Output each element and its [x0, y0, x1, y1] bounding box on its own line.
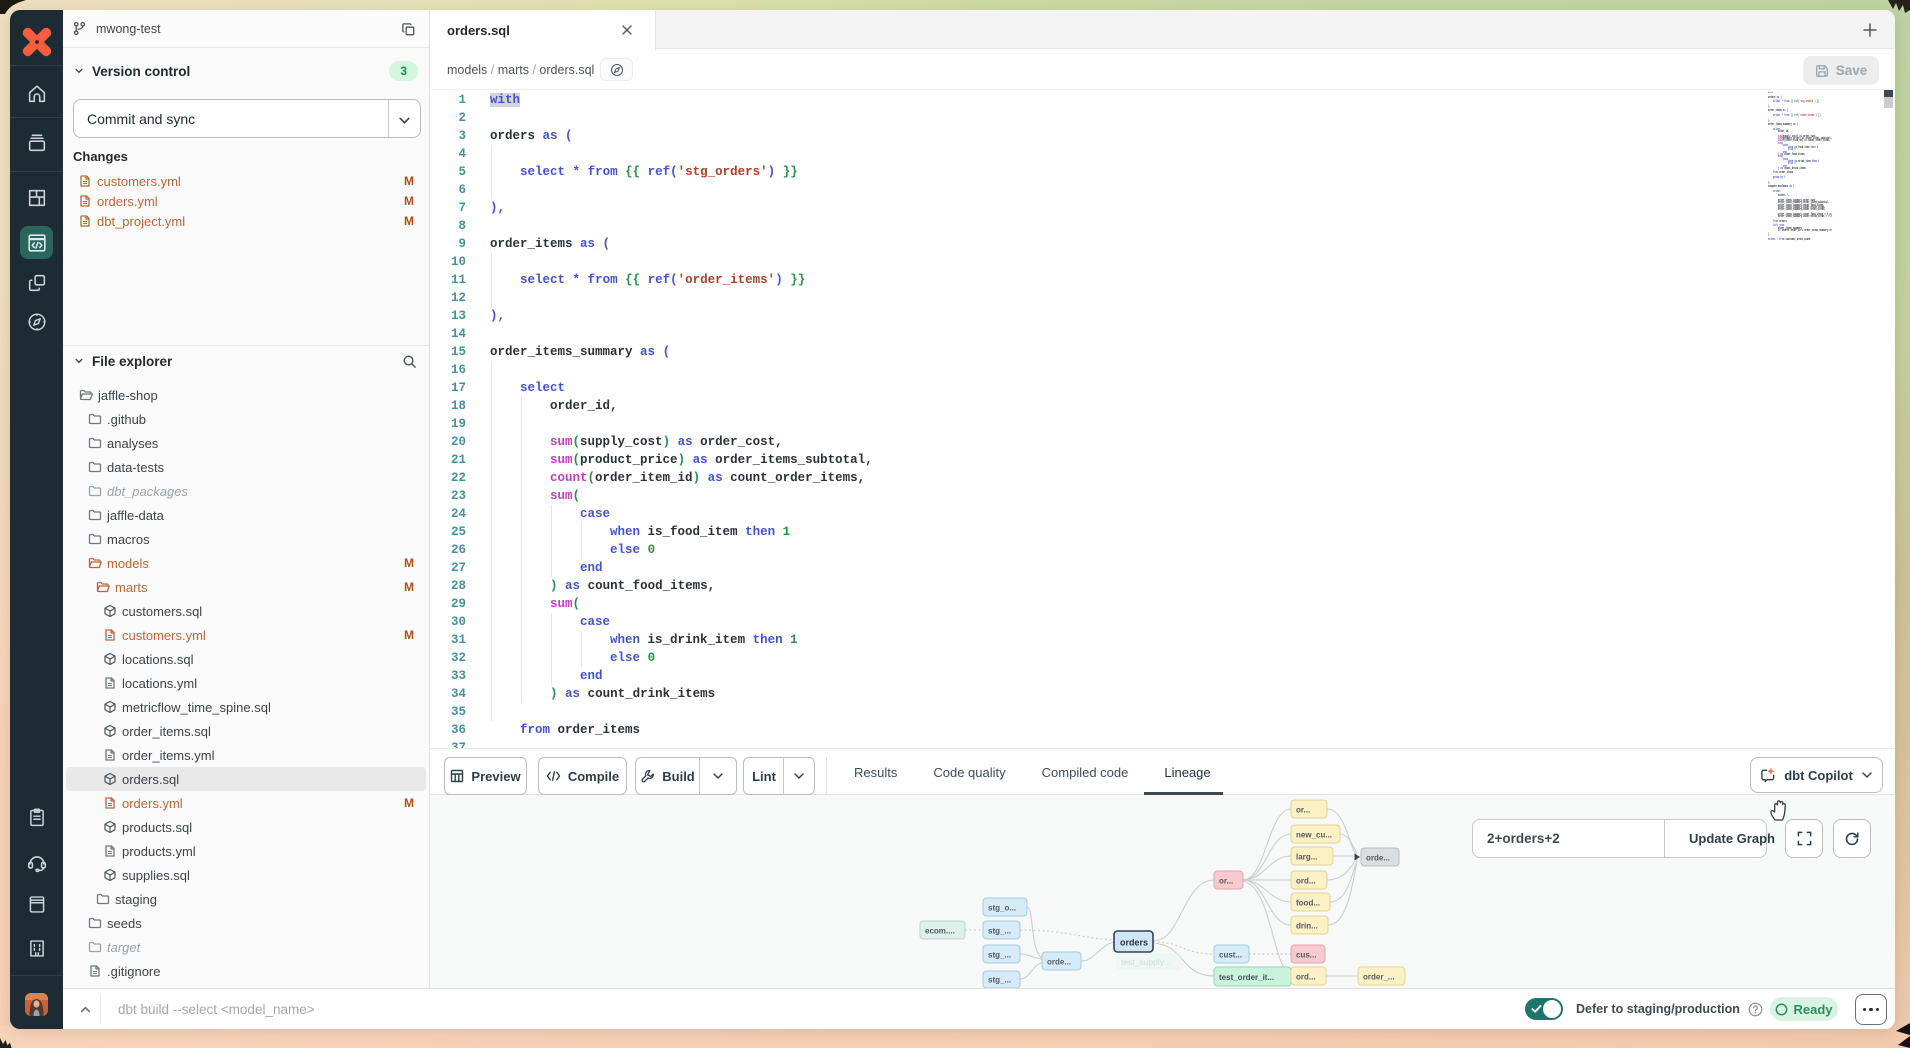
svg-text:order_...: order_...	[1363, 973, 1395, 982]
svg-text:orders: orders	[1120, 938, 1148, 948]
svg-text:or...: or...	[1296, 806, 1310, 815]
svg-text:cus...: cus...	[1296, 951, 1316, 960]
svg-text:food...: food...	[1296, 899, 1320, 908]
svg-text:orde...: orde...	[1047, 958, 1071, 967]
svg-text:ecom....: ecom....	[925, 927, 955, 936]
svg-text:larg...: larg...	[1296, 853, 1317, 862]
svg-text:ord...: ord...	[1296, 877, 1316, 886]
svg-text:test_supply...: test_supply...	[1121, 957, 1170, 967]
svg-text:cust...: cust...	[1219, 951, 1242, 960]
svg-text:ord...: ord...	[1296, 973, 1316, 982]
svg-text:or...: or...	[1219, 877, 1233, 886]
svg-text:stg_...: stg_...	[988, 951, 1011, 960]
svg-text:stg_...: stg_...	[988, 927, 1011, 936]
svg-text:stg_o...: stg_o...	[988, 904, 1016, 913]
svg-text:stg_...: stg_...	[988, 976, 1011, 985]
svg-text:orde...: orde...	[1366, 854, 1390, 863]
svg-text:drin...: drin...	[1296, 922, 1318, 931]
svg-text:test_order_it...: test_order_it...	[1219, 973, 1274, 982]
svg-text:new_cu...: new_cu...	[1296, 831, 1332, 840]
